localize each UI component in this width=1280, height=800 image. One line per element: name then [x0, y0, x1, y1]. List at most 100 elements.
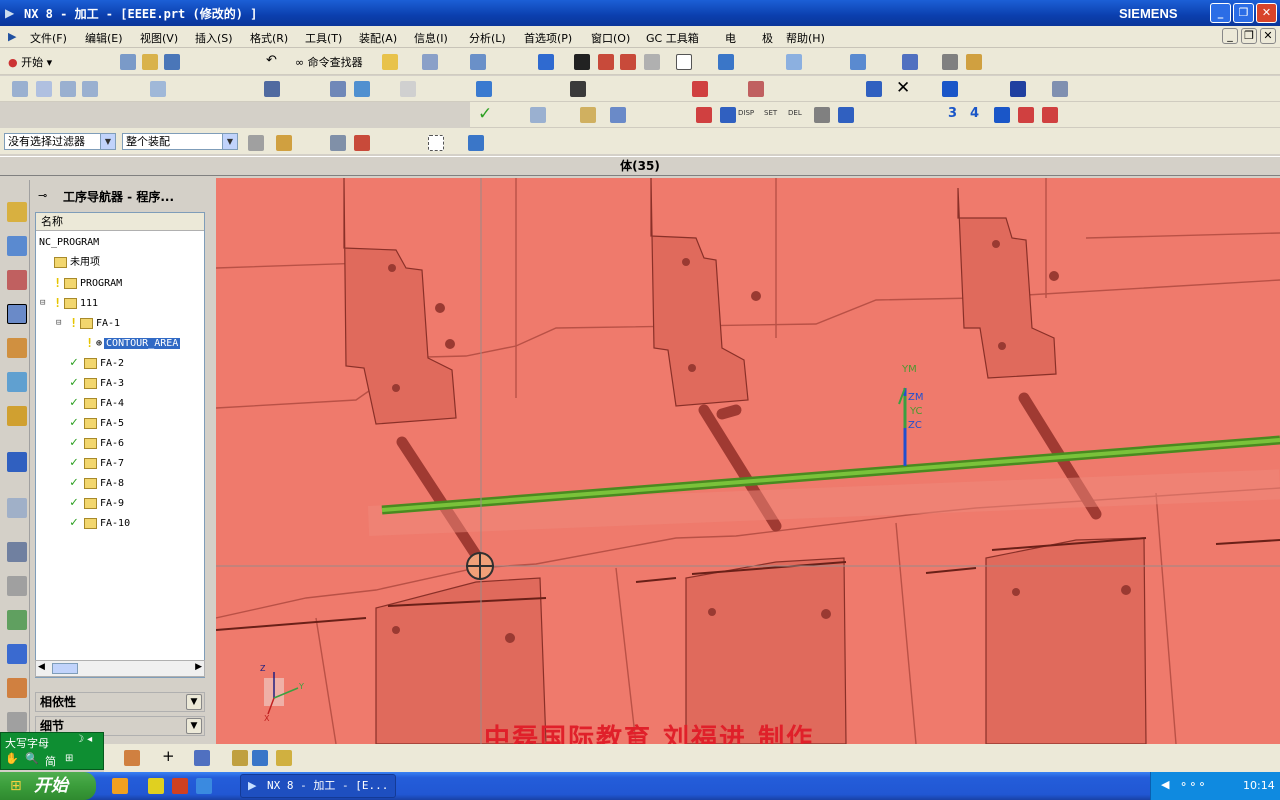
body-red2-icon[interactable] [620, 54, 636, 70]
highlight-red-icon[interactable] [692, 81, 708, 97]
info-icon[interactable] [530, 107, 546, 123]
menu-electrode[interactable]: 电 [725, 30, 736, 46]
palette-icon[interactable] [7, 406, 27, 426]
flag-icon[interactable] [194, 750, 210, 766]
tree-row[interactable]: ✓ FA-9 [36, 493, 204, 513]
history-icon[interactable] [7, 498, 27, 518]
menu-file[interactable]: 文件(F) [30, 30, 67, 46]
cam-method-icon[interactable] [150, 81, 166, 97]
op-extra-icon[interactable] [1052, 81, 1068, 97]
rectangle-select-icon[interactable] [428, 135, 444, 151]
save-file-icon[interactable] [164, 54, 180, 70]
menu-edit[interactable]: 编辑(E) [85, 30, 123, 46]
chevron-down-icon[interactable]: ▼ [186, 718, 202, 734]
new-file-icon[interactable] [120, 54, 136, 70]
snap-point-icon[interactable] [276, 135, 292, 151]
menu-window[interactable]: 窗口(O) [591, 30, 630, 46]
restore-button[interactable]: ❐ [1233, 3, 1254, 23]
menu-info[interactable]: 信息(I) [414, 30, 448, 46]
quicklaunch-media-icon[interactable] [172, 778, 188, 794]
num-3-icon[interactable]: 3 [948, 106, 957, 121]
taskbar-item-nx[interactable]: NX 8 - 加工 - [E... [240, 774, 396, 798]
menu-pole[interactable]: 极 [762, 30, 773, 46]
tree-row[interactable]: ✓ FA-2 [36, 353, 204, 373]
red-op-icon[interactable] [1018, 107, 1034, 123]
disp-name-icon[interactable]: DISP [738, 109, 754, 117]
system-scenes-icon[interactable] [7, 712, 27, 732]
start-menu-button[interactable]: ● 开始 ▾ [8, 54, 52, 70]
shaded-cube-icon[interactable] [538, 54, 554, 70]
num-4-icon[interactable]: 4 [970, 106, 979, 121]
render-style-icon[interactable] [574, 54, 590, 70]
constraint-nav-icon[interactable] [7, 236, 27, 256]
tree-row[interactable]: ✓ FA-8 [36, 473, 204, 493]
machine-icon[interactable] [696, 107, 712, 123]
tree-row[interactable]: ✓ FA-5 [36, 413, 204, 433]
part-nav-icon[interactable] [7, 270, 27, 290]
menu-gc-toolbox[interactable]: GC 工具箱 [646, 30, 699, 46]
ime-search-icon[interactable]: 🔍 [25, 752, 39, 765]
blue-op2-icon[interactable] [942, 81, 958, 97]
pin-icon[interactable]: ⊸ [38, 189, 47, 202]
tree-row[interactable]: ✓ FA-4 [36, 393, 204, 413]
snap-icon[interactable] [850, 54, 866, 70]
tree-row[interactable]: ✓ FA-10 [36, 513, 204, 533]
undo-icon[interactable]: ↶ [266, 53, 277, 68]
star-icon[interactable] [382, 54, 398, 70]
select-all-icon[interactable] [248, 135, 264, 151]
tree-row[interactable]: ✓ FA-6 [36, 433, 204, 453]
tree-row[interactable]: ✓ FA-3 [36, 373, 204, 393]
web-browser-icon[interactable] [7, 452, 27, 472]
tree-row[interactable]: ⊟! 111 [36, 293, 204, 313]
reuse-library-icon[interactable] [7, 338, 27, 358]
report-icon[interactable] [610, 107, 626, 123]
scroll-thumb[interactable] [52, 663, 78, 674]
body-grey-icon[interactable] [644, 54, 660, 70]
menu-help[interactable]: 帮助(H) [786, 30, 825, 46]
feed-icon[interactable] [580, 107, 596, 123]
system-materials-icon[interactable] [7, 576, 27, 596]
quicklaunch-folder-icon[interactable] [148, 778, 164, 794]
assembly-scope-combo[interactable]: 整个装配 ▼ [122, 133, 238, 150]
menu-assembly[interactable]: 装配(A) [359, 30, 397, 46]
model-view[interactable] [216, 178, 1280, 744]
axis-icon[interactable] [994, 107, 1010, 123]
tree-row[interactable]: 未用项 [36, 253, 204, 273]
snap-end-icon[interactable] [124, 750, 140, 766]
doc-restore-button[interactable]: ❐ [1241, 28, 1257, 44]
cam-verify-icon[interactable] [354, 81, 370, 97]
display-icon[interactable] [720, 107, 736, 123]
assembly-nav-icon[interactable] [7, 202, 27, 222]
crosshair-icon[interactable]: + [162, 747, 175, 765]
open-file-icon[interactable] [142, 54, 158, 70]
scroll-right-icon[interactable]: ▶ [195, 662, 202, 672]
roles-icon[interactable] [7, 610, 27, 630]
cam-post-icon[interactable] [476, 81, 492, 97]
delete-x-icon[interactable]: ✕ [896, 78, 910, 98]
select-body-icon[interactable] [330, 135, 346, 151]
grid-icon[interactable] [786, 54, 802, 70]
selection-filter-combo[interactable]: 没有选择过滤器 ▼ [4, 133, 116, 150]
select-arrow-icon[interactable] [570, 81, 586, 97]
chevron-down-icon[interactable]: ▼ [186, 694, 202, 710]
tree-row[interactable]: ✓ FA-7 [36, 453, 204, 473]
cam-list-icon[interactable] [400, 81, 416, 97]
tray-clock[interactable]: 10:14 [1243, 779, 1275, 792]
del-name-icon[interactable]: DEL [788, 109, 802, 117]
ime-mode-label[interactable]: 简 [45, 753, 56, 769]
layers-icon[interactable] [252, 750, 268, 766]
process-studio-icon[interactable] [7, 644, 27, 664]
command-finder-button[interactable]: ∞ 命令查找器 [295, 54, 363, 70]
operation-nav-icon[interactable] [7, 304, 27, 324]
graphics-window[interactable]: YM ZM YC ZC Z Y X [216, 178, 1280, 744]
manufacturing-wizard-icon[interactable] [7, 678, 27, 698]
ime-moon-icon[interactable]: ☽ ◂ [75, 734, 92, 745]
view-cube-icon[interactable] [468, 135, 484, 151]
collapse-toggle-icon[interactable]: ⊟ [40, 293, 45, 313]
filter-icon[interactable] [902, 54, 918, 70]
doc-minimize-button[interactable]: _ [1222, 28, 1238, 44]
machine-nav-icon[interactable] [7, 372, 27, 392]
menu-analysis[interactable]: 分析(L) [469, 30, 506, 46]
set-name-icon[interactable]: SET [764, 109, 777, 117]
tree-row[interactable]: NC_PROGRAM [36, 233, 204, 253]
